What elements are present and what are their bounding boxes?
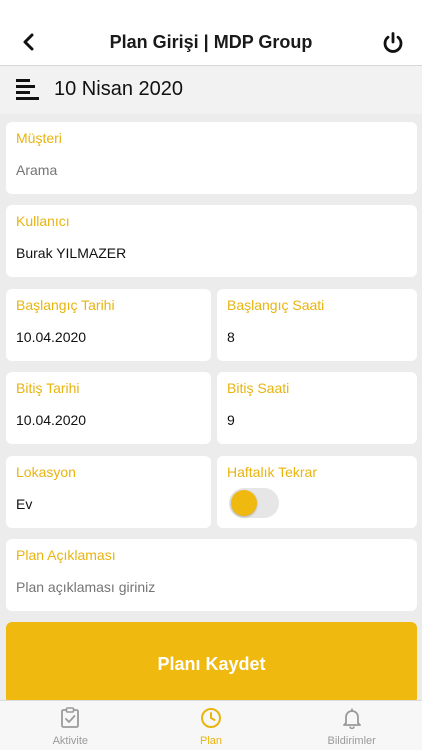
save-plan-label: Planı Kaydet (157, 654, 266, 674)
logout-button[interactable] (380, 30, 406, 56)
tab-bildirimler[interactable]: Bildirimler (281, 701, 422, 750)
customer-label: Müşteri (16, 130, 62, 146)
tab-label-aktivite: Aktivite (52, 735, 89, 747)
clipboard-check-icon (61, 707, 80, 728)
toggle-knob (231, 490, 257, 516)
save-plan-button[interactable]: Planı Kaydet (6, 622, 417, 704)
end-date-field[interactable]: Bitiş Tarihi 10.04.2020 (6, 372, 211, 444)
weekly-repeat-field: Haftalık Tekrar (217, 456, 417, 528)
app-root: Plan Girişi | MDP Group 10 Nisan 2020 Mü… (0, 0, 422, 750)
start-date-field[interactable]: Başlangıç Tarihi 10.04.2020 (6, 289, 211, 361)
end-date-label: Bitiş Tarihi (16, 380, 80, 396)
location-field[interactable]: Lokasyon Ev (6, 456, 211, 528)
header: Plan Girişi | MDP Group (0, 0, 422, 66)
start-time-label: Başlangıç Saati (227, 297, 325, 313)
tab-label-bildirimler: Bildirimler (327, 735, 376, 747)
end-time-value: 9 (227, 412, 235, 428)
customer-field[interactable]: Müşteri (6, 122, 417, 194)
end-time-field[interactable]: Bitiş Saati 9 (217, 372, 417, 444)
selected-date: 10 Nisan 2020 (54, 78, 183, 100)
location-label: Lokasyon (16, 464, 76, 480)
location-value: Ev (16, 496, 33, 512)
start-date-label: Başlangıç Tarihi (16, 297, 115, 313)
description-field[interactable]: Plan Açıklaması (6, 539, 417, 611)
end-date-value: 10.04.2020 (16, 412, 87, 428)
start-time-field[interactable]: Başlangıç Saati 8 (217, 289, 417, 361)
user-value: Burak YILMAZER (16, 245, 127, 261)
description-input[interactable] (16, 579, 407, 595)
date-bar: 10 Nisan 2020 (0, 66, 422, 114)
end-time-label: Bitiş Saati (227, 380, 290, 396)
power-icon (383, 32, 403, 53)
tab-aktivite[interactable]: Aktivite (0, 701, 141, 750)
tab-bar: Aktivite Plan Bildirimler (0, 700, 422, 750)
menu-lines-icon (16, 79, 39, 100)
clock-icon (201, 708, 221, 728)
bell-icon (342, 708, 361, 729)
customer-search-input[interactable] (16, 162, 407, 178)
page-title: Plan Girişi | MDP Group (109, 32, 313, 52)
description-label: Plan Açıklaması (16, 547, 116, 563)
user-field[interactable]: Kullanıcı Burak YILMAZER (6, 205, 417, 277)
tab-plan[interactable]: Plan (141, 701, 282, 750)
user-label: Kullanıcı (16, 213, 70, 229)
weekly-repeat-label: Haftalık Tekrar (227, 464, 317, 480)
weekly-repeat-toggle[interactable] (229, 488, 279, 518)
start-date-value: 10.04.2020 (16, 329, 87, 345)
start-time-value: 8 (227, 329, 235, 345)
menu-button[interactable] (16, 77, 40, 101)
tab-label-plan: Plan (199, 735, 223, 747)
